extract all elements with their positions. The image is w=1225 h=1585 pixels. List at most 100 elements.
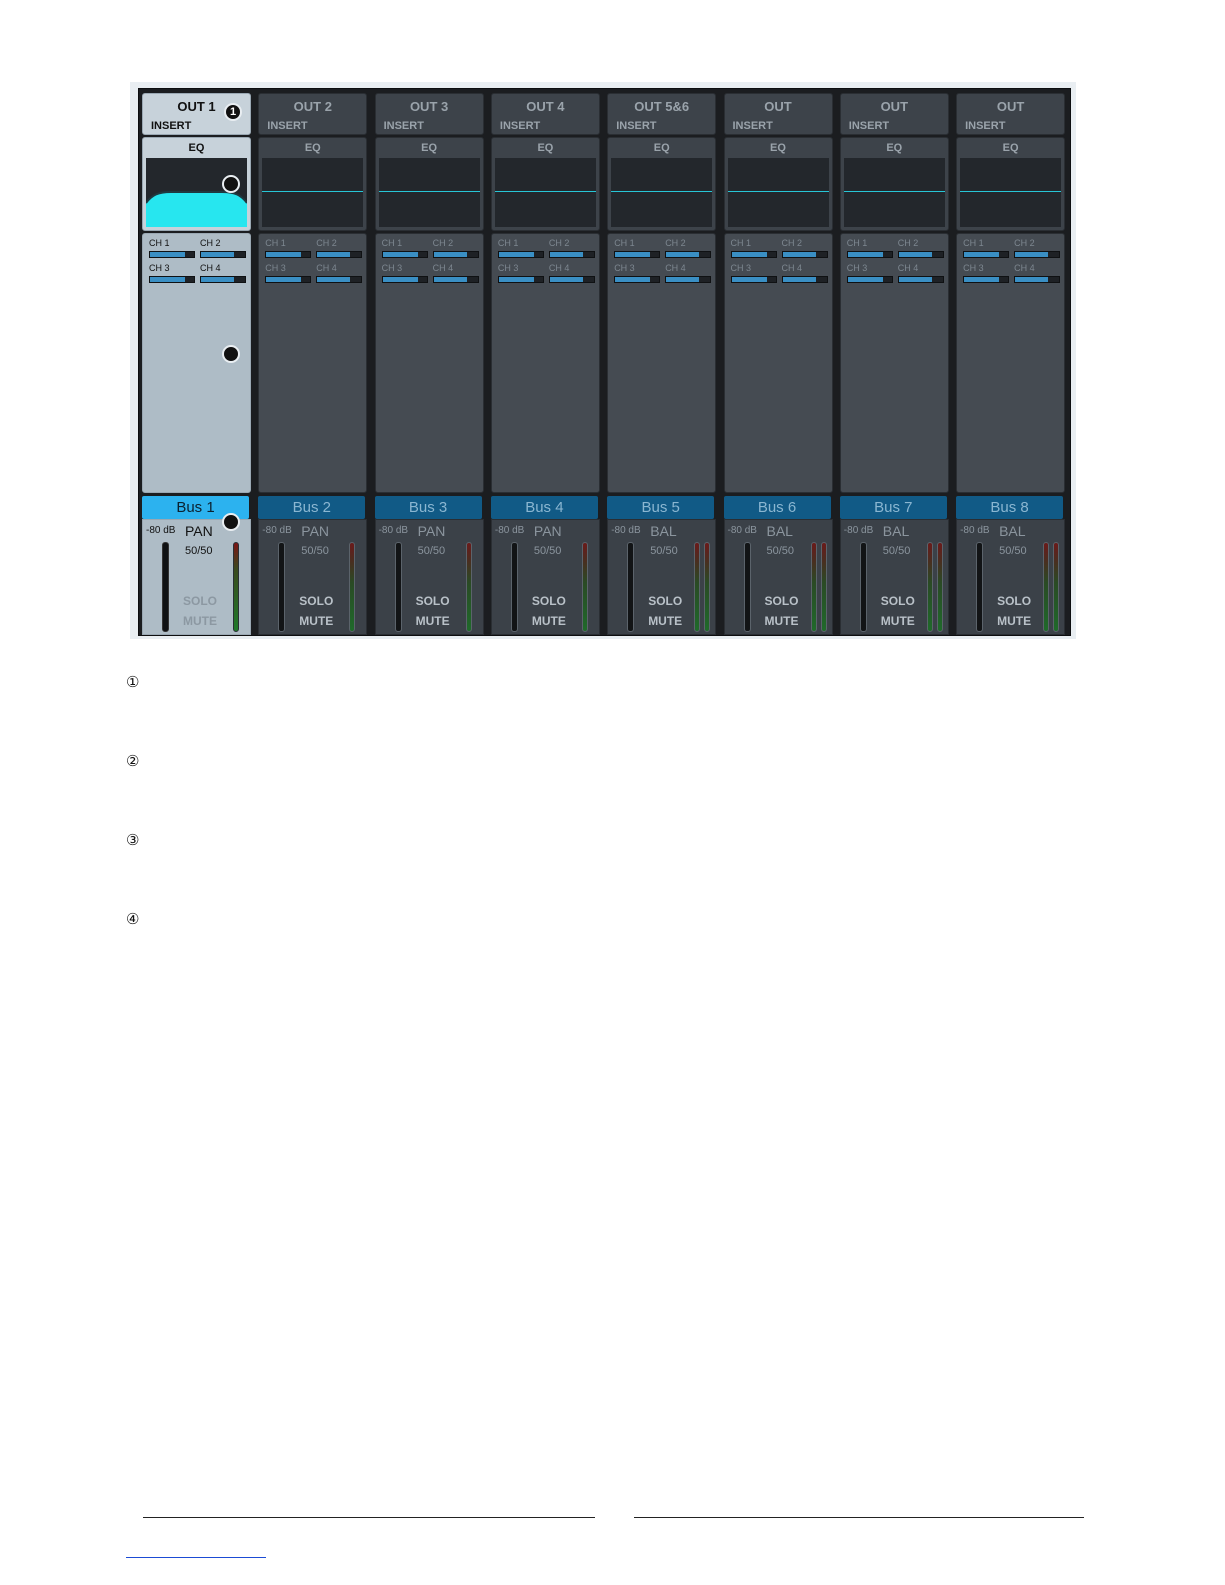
send-1[interactable]: CH 1 xyxy=(730,238,777,258)
eq-display[interactable] xyxy=(262,158,364,227)
mute-button[interactable]: MUTE xyxy=(532,614,566,628)
sends-panel[interactable]: CH 1 CH 2 CH 3 CH 4 xyxy=(142,233,251,493)
send-level-bar[interactable] xyxy=(149,276,195,283)
send-level-bar[interactable] xyxy=(265,276,312,283)
send-level-bar[interactable] xyxy=(730,276,777,283)
send-2[interactable]: CH 2 xyxy=(316,238,363,258)
mute-button[interactable]: MUTE xyxy=(648,614,682,628)
send-4[interactable]: CH 4 xyxy=(432,263,479,283)
solo-button[interactable]: SOLO xyxy=(299,594,333,608)
send-level-bar[interactable] xyxy=(963,251,1010,258)
eq-panel[interactable]: EQ xyxy=(956,137,1066,231)
bus-button[interactable]: Bus 3 xyxy=(374,496,482,519)
eq-panel[interactable]: EQ xyxy=(839,137,949,231)
solo-button[interactable]: SOLO xyxy=(881,594,915,608)
eq-display[interactable] xyxy=(727,158,829,227)
send-2[interactable]: CH 2 xyxy=(1014,238,1061,258)
pan-value[interactable]: 50/50 xyxy=(883,545,911,557)
send-3[interactable]: CH 3 xyxy=(381,263,428,283)
send-level-bar[interactable] xyxy=(316,276,363,283)
pan-value[interactable]: 50/50 xyxy=(534,545,562,557)
send-level-bar[interactable] xyxy=(781,276,828,283)
solo-button[interactable]: SOLO xyxy=(532,594,566,608)
volume-fader[interactable] xyxy=(162,542,169,632)
send-3[interactable]: CH 3 xyxy=(730,263,777,283)
send-2[interactable]: CH 2 xyxy=(432,238,479,258)
send-level-bar[interactable] xyxy=(614,251,661,258)
eq-display[interactable] xyxy=(960,158,1062,227)
send-level-bar[interactable] xyxy=(846,276,893,283)
bus-button[interactable]: Bus 2 xyxy=(258,496,366,519)
mute-button[interactable]: MUTE xyxy=(416,614,450,628)
send-2[interactable]: CH 2 xyxy=(665,238,712,258)
insert-button[interactable]: OUT 3 INSERT xyxy=(374,93,484,135)
send-level-bar[interactable] xyxy=(497,251,544,258)
send-4[interactable]: CH 4 xyxy=(665,263,712,283)
send-1[interactable]: CH 1 xyxy=(614,238,661,258)
send-3[interactable]: CH 3 xyxy=(846,263,893,283)
sends-panel[interactable]: CH 1 CH 2 CH 3 CH 4 xyxy=(956,233,1066,493)
send-3[interactable]: CH 3 xyxy=(963,263,1010,283)
mute-button[interactable]: MUTE xyxy=(765,614,799,628)
bus-button[interactable]: Bus 8 xyxy=(956,496,1064,519)
send-4[interactable]: CH 4 xyxy=(781,263,828,283)
send-1[interactable]: CH 1 xyxy=(963,238,1010,258)
send-2[interactable]: CH 2 xyxy=(897,238,944,258)
insert-button[interactable]: OUT INSERT xyxy=(839,93,949,135)
sends-panel[interactable]: CH 1 CH 2 CH 3 CH 4 xyxy=(374,233,484,493)
send-2[interactable]: CH 2 xyxy=(548,238,595,258)
insert-button[interactable]: OUT 5&6 INSERT xyxy=(607,93,717,135)
send-level-bar[interactable] xyxy=(963,276,1010,283)
send-level-bar[interactable] xyxy=(665,276,712,283)
send-1[interactable]: CH 1 xyxy=(497,238,544,258)
send-4[interactable]: CH 4 xyxy=(200,263,246,283)
send-level-bar[interactable] xyxy=(730,251,777,258)
mute-button[interactable]: MUTE xyxy=(183,614,217,628)
send-4[interactable]: CH 4 xyxy=(1014,263,1061,283)
send-4[interactable]: CH 4 xyxy=(897,263,944,283)
send-level-bar[interactable] xyxy=(432,251,479,258)
eq-display[interactable] xyxy=(843,158,945,227)
eq-panel[interactable]: EQ xyxy=(374,137,484,231)
send-2[interactable]: CH 2 xyxy=(200,238,246,258)
insert-button[interactable]: OUT INSERT xyxy=(956,93,1066,135)
volume-fader[interactable] xyxy=(510,542,518,632)
send-level-bar[interactable] xyxy=(1014,251,1061,258)
bus-button[interactable]: Bus 5 xyxy=(607,496,715,519)
send-4[interactable]: CH 4 xyxy=(316,263,363,283)
volume-fader[interactable] xyxy=(976,542,984,632)
insert-button[interactable]: OUT 2 INSERT xyxy=(258,93,368,135)
send-level-bar[interactable] xyxy=(781,251,828,258)
bus-button[interactable]: Bus 7 xyxy=(839,496,947,519)
solo-button[interactable]: SOLO xyxy=(765,594,799,608)
eq-panel[interactable]: EQ xyxy=(490,137,600,231)
eq-panel[interactable]: EQ xyxy=(258,137,368,231)
send-level-bar[interactable] xyxy=(381,276,428,283)
send-level-bar[interactable] xyxy=(200,276,246,283)
send-1[interactable]: CH 1 xyxy=(149,238,195,258)
send-3[interactable]: CH 3 xyxy=(497,263,544,283)
send-level-bar[interactable] xyxy=(548,251,595,258)
send-3[interactable]: CH 3 xyxy=(614,263,661,283)
send-level-bar[interactable] xyxy=(316,251,363,258)
sends-panel[interactable]: CH 1 CH 2 CH 3 CH 4 xyxy=(490,233,600,493)
volume-fader[interactable] xyxy=(278,542,286,632)
send-level-bar[interactable] xyxy=(846,251,893,258)
pan-value[interactable]: 50/50 xyxy=(418,545,446,557)
send-level-bar[interactable] xyxy=(381,251,428,258)
sends-panel[interactable]: CH 1 CH 2 CH 3 CH 4 xyxy=(607,233,717,493)
insert-button[interactable]: OUT 4 INSERT xyxy=(490,93,600,135)
solo-button[interactable]: SOLO xyxy=(183,594,217,608)
sends-panel[interactable]: CH 1 CH 2 CH 3 CH 4 xyxy=(839,233,949,493)
send-level-bar[interactable] xyxy=(897,251,944,258)
pan-value[interactable]: 50/50 xyxy=(301,545,329,557)
eq-panel[interactable]: EQ xyxy=(723,137,833,231)
volume-fader[interactable] xyxy=(859,542,867,632)
send-level-bar[interactable] xyxy=(897,276,944,283)
bus-button[interactable]: Bus 4 xyxy=(490,496,598,519)
pan-value[interactable]: 50/50 xyxy=(185,545,213,557)
volume-fader[interactable] xyxy=(394,542,402,632)
eq-panel[interactable]: EQ xyxy=(607,137,717,231)
mute-button[interactable]: MUTE xyxy=(881,614,915,628)
volume-fader[interactable] xyxy=(627,542,635,632)
